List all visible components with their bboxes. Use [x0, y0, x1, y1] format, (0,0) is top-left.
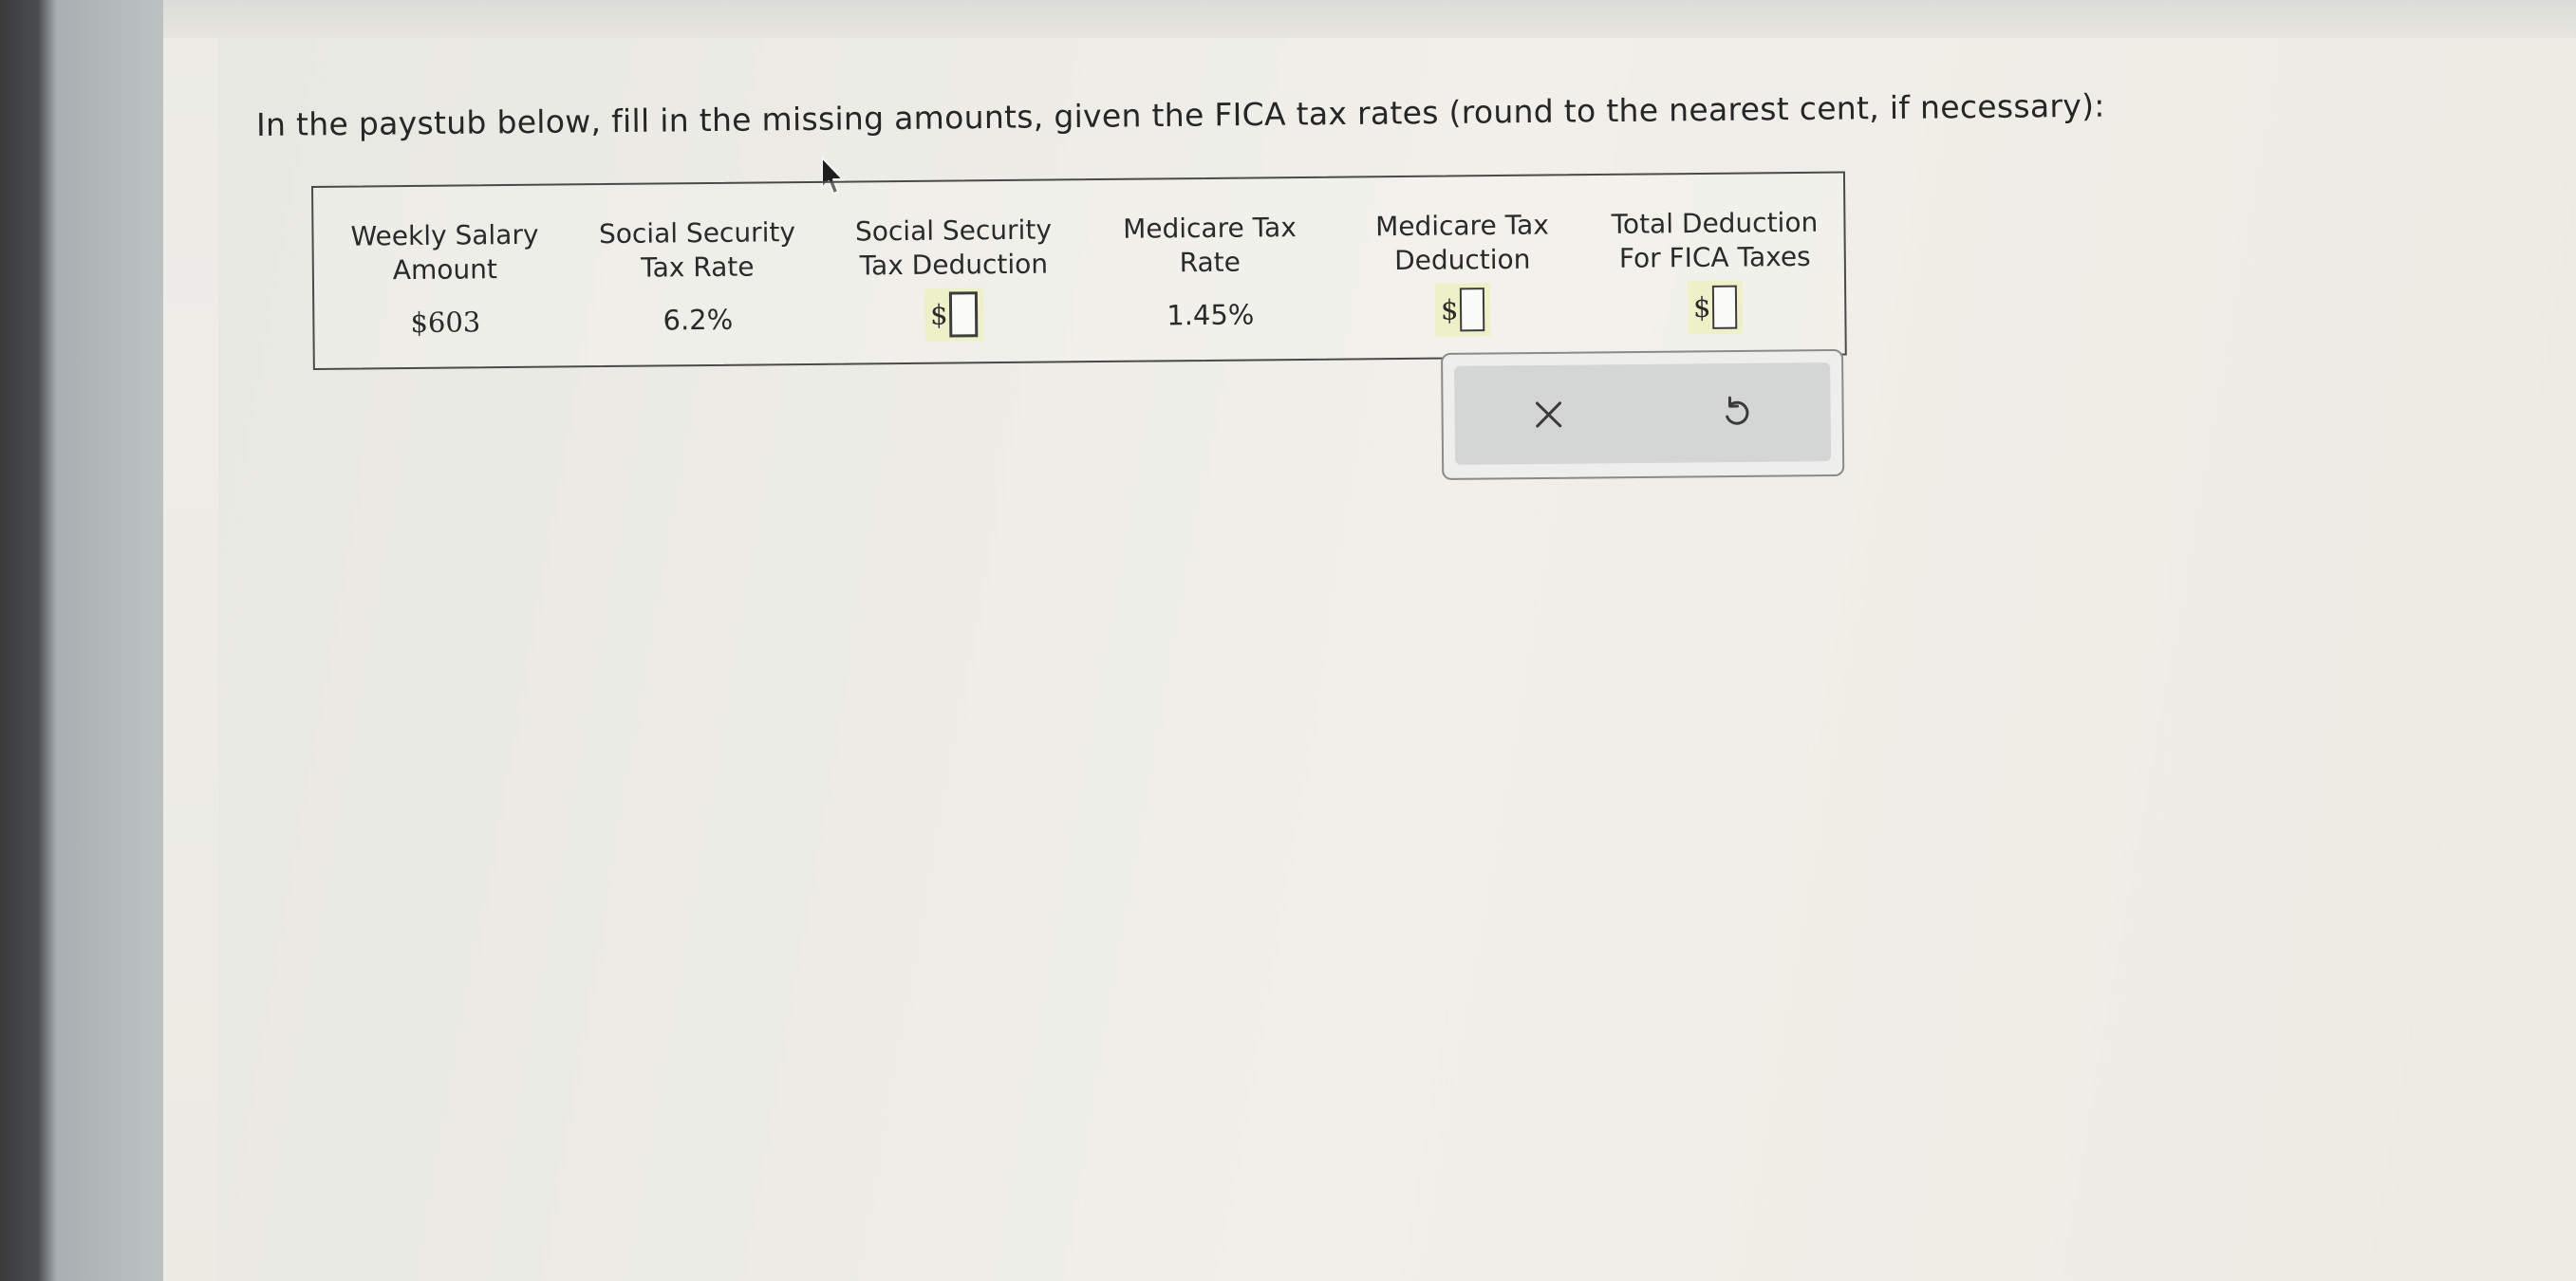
header-weekly-salary: Weekly Salary Amount — [350, 218, 539, 287]
column-social-security-rate: Social Security Tax Rate 6.2% — [585, 183, 811, 365]
header-social-security-deduction: Social Security Tax Deduction — [854, 214, 1053, 282]
column-social-security-deduction: Social Security Tax Deduction $ — [841, 180, 1067, 362]
browser-top-strip — [163, 0, 2576, 38]
value-medicare-rate: 1.45% — [1167, 298, 1255, 332]
column-medicare-deduction: Medicare Tax Deduction $ — [1350, 176, 1576, 358]
dollar-sign: $ — [1440, 293, 1459, 326]
social-security-deduction-input[interactable] — [949, 291, 979, 338]
header-social-security-rate: Social Security Tax Rate — [598, 216, 796, 284]
dollar-sign: $ — [1692, 290, 1711, 325]
total-fica-deduction-input[interactable] — [1712, 285, 1738, 329]
undo-button[interactable] — [1642, 362, 1831, 463]
header-total-fica-deduction: Total Deduction For FICA Taxes — [1611, 206, 1819, 274]
header-medicare-deduction: Medicare Tax Deduction — [1374, 209, 1549, 277]
header-medicare-rate: Medicare Tax Rate — [1122, 212, 1297, 279]
close-icon — [1536, 401, 1562, 428]
column-total-fica-deduction: Total Deduction For FICA Taxes $ — [1595, 174, 1836, 356]
social-security-deduction-answer[interactable]: $ — [924, 288, 984, 342]
value-weekly-salary: $603 — [410, 306, 481, 340]
total-fica-deduction-answer[interactable]: $ — [1687, 280, 1744, 335]
medicare-deduction-input[interactable] — [1460, 288, 1485, 332]
column-weekly-salary: Weekly Salary Amount $603 — [332, 186, 558, 368]
medicare-deduction-answer[interactable]: $ — [1434, 283, 1491, 337]
clear-answer-button[interactable] — [1454, 364, 1643, 465]
dollar-sign: $ — [929, 298, 948, 331]
paystub-table: Weekly Salary Amount $603 Social Securit… — [311, 171, 1847, 370]
answer-action-bar — [1441, 348, 1845, 480]
value-social-security-rate: 6.2% — [663, 303, 734, 337]
undo-icon — [1726, 396, 1749, 425]
column-medicare-rate: Medicare Tax Rate 1.45% — [1097, 178, 1323, 361]
action-bar-inner — [1454, 362, 1832, 465]
